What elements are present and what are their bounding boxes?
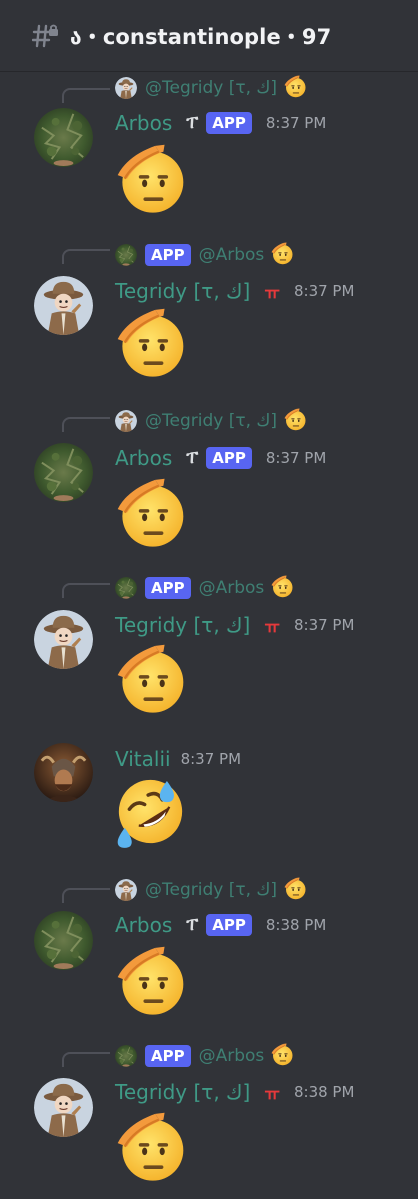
saluting-face-icon[interactable]: [113, 304, 188, 379]
reply-preview[interactable]: APP @Arbos: [115, 242, 294, 268]
reply-preview[interactable]: APP @Arbos: [115, 575, 294, 601]
saluting-face-icon[interactable]: [113, 1108, 188, 1183]
reply-username[interactable]: @Arbos: [199, 245, 265, 265]
channel-header: ა・constantinople・97: [0, 0, 418, 72]
timestamp[interactable]: 8:38 PM: [294, 1083, 354, 1101]
saluting-face-icon: [270, 574, 294, 602]
message-header: Tegridy [τ, ك] ㅠ 8:38 PM: [115, 1077, 354, 1107]
app-badge: APP: [145, 244, 191, 266]
message: APP @Arbos Tegridy [τ, ك] ㅠ 8:37 PM: [0, 232, 418, 392]
message: @Tegridy [τ, ك] Arbos ፐ APP 8:37 PM: [0, 72, 418, 232]
tegridy-avatar: [115, 77, 137, 99]
arbos-avatar: [115, 577, 137, 599]
hash-lock-icon: [32, 22, 60, 50]
message-header: Arbos ፐ APP 8:37 PM: [115, 108, 326, 138]
username[interactable]: Arbos: [115, 446, 172, 470]
server-tag: ፐ: [186, 448, 199, 468]
saluting-face-icon: [270, 1042, 294, 1070]
timestamp[interactable]: 8:37 PM: [294, 282, 354, 300]
reply-username[interactable]: @Tegridy [τ, ك]: [145, 880, 277, 900]
tegridy-avatar[interactable]: [34, 610, 93, 669]
message-header: Vitalii 8:37 PM: [115, 744, 241, 774]
tegridy-avatar[interactable]: [34, 1078, 93, 1137]
reply-connector: [62, 583, 110, 598]
channel-name: ა・constantinople・97: [70, 24, 332, 49]
tegridy-avatar[interactable]: [34, 276, 93, 335]
message-header: Tegridy [τ, ك] ㅠ 8:37 PM: [115, 610, 354, 640]
message-header: Arbos ፐ APP 8:37 PM: [115, 443, 326, 473]
app-badge: APP: [206, 447, 252, 469]
reply-connector: [62, 1052, 110, 1067]
reply-username[interactable]: @Arbos: [199, 1046, 265, 1066]
app-badge: APP: [145, 1045, 191, 1067]
vitalii-avatar[interactable]: [34, 743, 93, 802]
reply-preview[interactable]: APP @Arbos: [115, 1043, 294, 1069]
arbos-avatar[interactable]: [34, 911, 93, 970]
reply-connector: [62, 417, 110, 432]
message-header: Arbos ፐ APP 8:38 PM: [115, 910, 326, 940]
reply-connector: [62, 249, 110, 264]
tegridy-avatar: [115, 410, 137, 432]
username[interactable]: Vitalii: [115, 747, 171, 771]
message: Vitalii 8:37 PM: [0, 736, 418, 866]
server-tag: ፐ: [186, 915, 199, 935]
message: @Tegridy [τ, ك] Arbos ፐ APP 8:38 PM: [0, 870, 418, 1035]
saluting-face-icon: [270, 241, 294, 269]
username[interactable]: Tegridy [τ, ك]: [115, 279, 250, 303]
app-badge: APP: [206, 914, 252, 936]
reply-username[interactable]: @Tegridy [τ, ك]: [145, 411, 277, 431]
reply-username[interactable]: @Arbos: [199, 578, 265, 598]
timestamp[interactable]: 8:37 PM: [266, 449, 326, 467]
server-tag: ㅠ: [264, 617, 280, 638]
reply-connector: [62, 888, 110, 903]
timestamp[interactable]: 8:37 PM: [181, 750, 241, 768]
saluting-face-icon: [283, 74, 307, 102]
arbos-avatar: [115, 244, 137, 266]
tegridy-avatar: [115, 879, 137, 901]
message: APP @Arbos Tegridy [τ, ك] ㅠ 8:38 PM: [0, 1036, 418, 1199]
timestamp[interactable]: 8:37 PM: [266, 114, 326, 132]
app-badge: APP: [145, 577, 191, 599]
message: @Tegridy [τ, ك] Arbos ፐ APP 8:37 PM: [0, 400, 418, 560]
arbos-avatar[interactable]: [34, 108, 93, 167]
timestamp[interactable]: 8:38 PM: [266, 916, 326, 934]
username[interactable]: Arbos: [115, 111, 172, 135]
saluting-face-icon[interactable]: [113, 942, 188, 1017]
server-tag: ㅠ: [264, 283, 280, 304]
username[interactable]: Arbos: [115, 913, 172, 937]
reply-connector: [62, 88, 110, 103]
app-badge: APP: [206, 112, 252, 134]
rolling-on-floor-laughing-icon[interactable]: [113, 774, 188, 849]
arbos-avatar[interactable]: [34, 443, 93, 502]
reply-username[interactable]: @Tegridy [τ, ك]: [145, 78, 277, 98]
saluting-face-icon[interactable]: [113, 474, 188, 549]
reply-preview[interactable]: @Tegridy [τ, ك]: [115, 877, 307, 903]
timestamp[interactable]: 8:37 PM: [294, 616, 354, 634]
server-tag: ㅠ: [264, 1084, 280, 1105]
reply-preview[interactable]: @Tegridy [τ, ك]: [115, 75, 307, 101]
server-tag: ፐ: [186, 113, 199, 133]
reply-preview[interactable]: @Tegridy [τ, ك]: [115, 408, 307, 434]
message: APP @Arbos Tegridy [τ, ك] ㅠ 8:37 PM: [0, 566, 418, 726]
saluting-face-icon[interactable]: [113, 140, 188, 215]
username[interactable]: Tegridy [τ, ك]: [115, 613, 250, 637]
saluting-face-icon: [283, 407, 307, 435]
message-header: Tegridy [τ, ك] ㅠ 8:37 PM: [115, 276, 354, 306]
saluting-face-icon[interactable]: [113, 640, 188, 715]
arbos-avatar: [115, 1045, 137, 1067]
saluting-face-icon: [283, 876, 307, 904]
username[interactable]: Tegridy [τ, ك]: [115, 1080, 250, 1104]
